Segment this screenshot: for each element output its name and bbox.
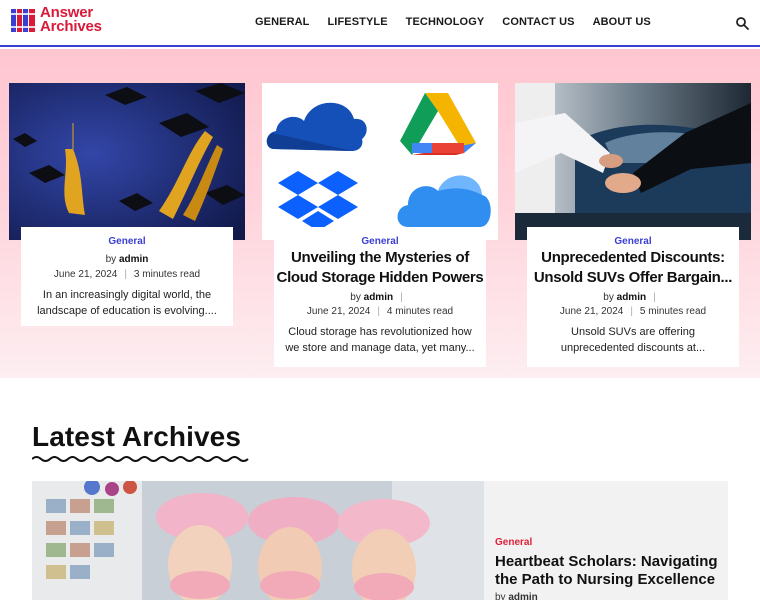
nav-item-general[interactable]: GENERAL: [255, 16, 309, 28]
post-excerpt-line: Cloud storage has revolutionized how: [288, 326, 472, 338]
author-prefix: by: [350, 292, 361, 303]
nav-item-contact-us[interactable]: CONTACT US: [502, 16, 574, 28]
author-link[interactable]: admin: [508, 592, 537, 600]
featured-post-panel: General Heartbeat Scholars: Navigating t…: [484, 481, 728, 600]
post-date: June 21, 2024: [559, 306, 624, 317]
post-excerpt-line: we store and manage data, yet many...: [285, 342, 475, 354]
author-link[interactable]: admin: [119, 254, 148, 265]
post-author: by admin |: [603, 292, 656, 303]
featured-post-title[interactable]: Heartbeat Scholars: Navigating the Path …: [495, 553, 723, 589]
wavy-underline: [32, 456, 249, 462]
cloud-storage-logos-image[interactable]: [262, 83, 498, 240]
post-date: June 21, 2024: [306, 306, 371, 317]
post-title-line[interactable]: Unsold SUVs Offer Bargain...: [527, 268, 739, 288]
author-link[interactable]: admin: [364, 292, 393, 303]
post-meta: June 21, 2024 | 3 minutes read: [53, 269, 201, 280]
post-excerpt-line: unprecedented discounts at...: [560, 342, 706, 354]
post-author: by admin: [495, 592, 538, 600]
post-card-body: General Unveiling the Mysteries of Cloud…: [274, 227, 486, 367]
graduation-caps-image[interactable]: [9, 83, 245, 240]
read-time: 4 minutes read: [386, 306, 454, 317]
post-category[interactable]: General: [274, 236, 486, 247]
site-header: Answer Archives GENERAL LIFESTYLE TECHNO…: [0, 0, 760, 47]
post-excerpt-line: landscape of education is evolving....: [37, 305, 217, 317]
post-date: June 21, 2024: [53, 269, 118, 280]
nav-item-lifestyle[interactable]: LIFESTYLE: [327, 16, 387, 28]
post-category[interactable]: General: [527, 236, 739, 247]
post-excerpt-line: Unsold SUVs are offering: [571, 326, 695, 338]
post-author: by admin |: [350, 292, 403, 303]
car-handshake-image[interactable]: [515, 83, 751, 240]
post-title-line[interactable]: Cloud Storage Hidden Powers: [274, 268, 486, 288]
post-title-line[interactable]: Unprecedented Discounts:: [527, 248, 739, 268]
main-nav: GENERAL LIFESTYLE TECHNOLOGY CONTACT US …: [246, 16, 660, 28]
post-title-line[interactable]: Unveiling the Mysteries of: [274, 248, 486, 268]
post-card-body: General by admin June 21, 2024 | 3 minutes…: [21, 227, 233, 326]
brand-name: Answer Archives: [40, 5, 102, 35]
post-category[interactable]: General: [21, 236, 233, 247]
read-time: 5 minutes read: [639, 306, 707, 317]
nav-item-about-us[interactable]: ABOUT US: [593, 16, 651, 28]
post-meta: June 21, 2024 | 4 minutes read: [306, 306, 454, 317]
author-prefix: by: [495, 592, 506, 600]
post-card-body: General Unprecedented Discounts: Unsold …: [527, 227, 739, 367]
post-excerpt-line: In an increasingly digital world, the: [42, 289, 212, 301]
read-time: 3 minutes read: [133, 269, 201, 280]
search-icon[interactable]: [735, 16, 749, 30]
section-heading: Latest Archives: [32, 421, 241, 452]
author-link[interactable]: admin: [617, 292, 646, 303]
nursing-students-image[interactable]: [32, 481, 484, 600]
books-icon: [11, 9, 35, 32]
brand-line-2: Archives: [40, 18, 102, 35]
post-author: by admin: [21, 254, 233, 265]
nav-item-technology[interactable]: TECHNOLOGY: [406, 16, 485, 28]
post-category[interactable]: General: [495, 537, 532, 548]
author-prefix: by: [603, 292, 614, 303]
site-logo[interactable]: Answer Archives: [11, 5, 121, 35]
author-prefix: by: [105, 254, 117, 265]
post-meta: June 21, 2024 | 5 minutes read: [559, 306, 707, 317]
